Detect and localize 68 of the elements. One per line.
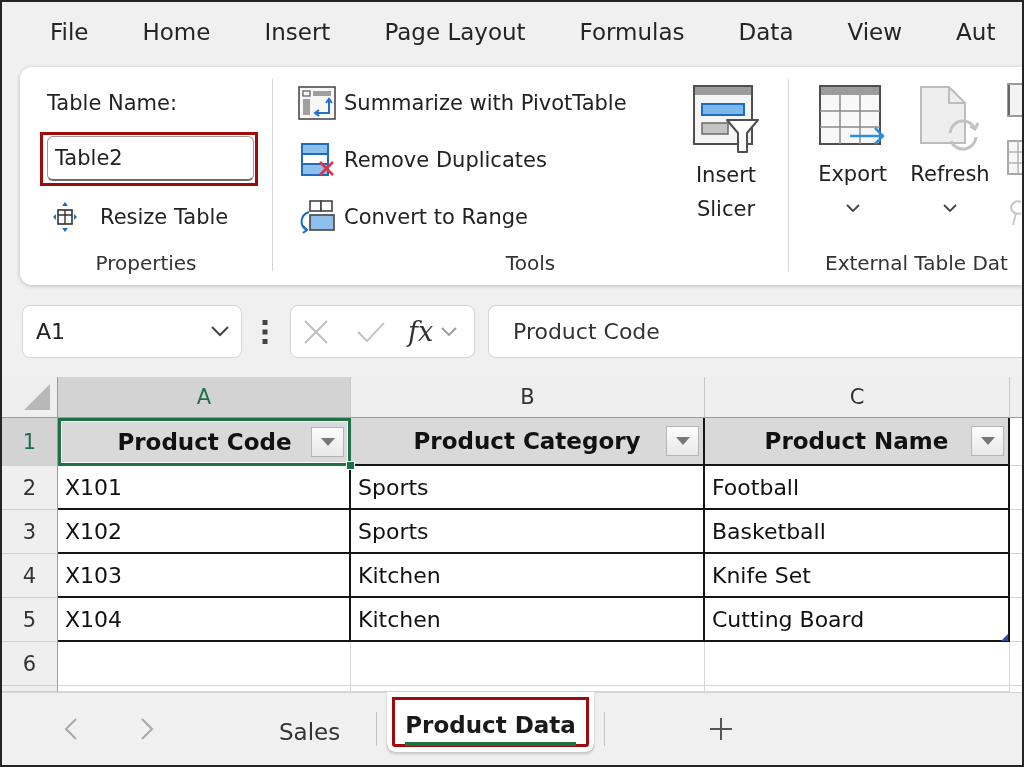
row-header[interactable]: 5 (2, 598, 58, 642)
menu-tab[interactable]: Home (132, 15, 221, 52)
table-cell: Cutting Board (705, 598, 1010, 642)
key-icon (1007, 200, 1022, 226)
chevron-down-icon[interactable] (211, 326, 229, 337)
column-header[interactable] (1010, 377, 1022, 418)
ribbon-button[interactable]: Summarize with PivotTable (292, 83, 633, 123)
resize-handle-icon[interactable] (1001, 634, 1008, 641)
menu-tab[interactable]: Insert (254, 15, 341, 52)
column-header[interactable]: A (58, 377, 351, 418)
insert-function-button[interactable]: fx (406, 314, 436, 349)
row-header[interactable]: 2 (2, 466, 58, 510)
table-cell: Kitchen (351, 598, 705, 642)
filter-button[interactable] (666, 426, 699, 456)
table-header-cell[interactable]: Product Name (705, 418, 1010, 466)
ribbon-button[interactable]: Convert to Range (292, 197, 633, 237)
table-header-cell[interactable]: Product Category (351, 418, 705, 466)
vertical-dots-icon[interactable] (262, 319, 268, 344)
menu-tab[interactable]: View (837, 15, 913, 52)
table-cell: Basketball (705, 510, 1010, 554)
filter-button[interactable] (971, 426, 1004, 456)
menu-tab[interactable]: Page Layout (374, 15, 536, 52)
header-label: Product Code (117, 429, 292, 455)
menu-tab[interactable]: File (40, 15, 99, 52)
ribbon-button[interactable]: Export (810, 83, 895, 213)
row-header[interactable]: 3 (2, 510, 58, 554)
table-cell: Sports (351, 466, 705, 510)
sheet-tab[interactable]: Sales (253, 709, 367, 749)
group-label: External Table Dat (825, 250, 1008, 277)
row-header[interactable]: 4 (2, 554, 58, 598)
filter-button[interactable] (311, 427, 344, 457)
table-funnel-icon (693, 85, 759, 153)
fill-handle-icon[interactable] (346, 461, 355, 470)
field-label: Table Name: (47, 90, 177, 117)
table-cell: X104 (58, 598, 351, 642)
ribbon-button[interactable]: Remove Duplicates (292, 140, 633, 180)
table-cycle-icon (298, 200, 336, 234)
caret-icon (675, 437, 690, 445)
formula-field[interactable]: Product Code (488, 305, 1022, 358)
row-header[interactable]: 6 (2, 642, 58, 686)
row-header[interactable]: 1 (2, 418, 58, 466)
table-cell: Knife Set (705, 554, 1010, 598)
group-label: Tools (505, 250, 556, 277)
name-box[interactable]: A1 (22, 305, 242, 358)
column-header[interactable]: C (705, 377, 1010, 418)
table-arrows-icon (53, 201, 77, 233)
table-cell: Kitchen (351, 554, 705, 598)
table-cell: X103 (58, 554, 351, 598)
table-cross-icon (298, 143, 336, 177)
ribbon-button[interactable]: Resize Table (47, 200, 235, 234)
menu-tab[interactable]: Formulas (569, 15, 695, 52)
menu-tab[interactable]: Aut (946, 15, 1006, 52)
header-label: Product Name (764, 428, 949, 454)
table-name-field[interactable]: Table2 (47, 136, 254, 181)
document-refresh-icon (919, 85, 981, 151)
sheet-tab[interactable]: Product Data (387, 692, 594, 752)
caret-icon (980, 437, 995, 445)
group-label: Properties (95, 250, 197, 277)
ribbon-button[interactable]: Insert Slicer (690, 83, 762, 237)
table-cell: X102 (58, 510, 351, 554)
menu-tab[interactable]: Data (728, 15, 804, 52)
ribbon-button[interactable]: Refresh (903, 83, 997, 213)
header-label: Product Category (413, 428, 641, 454)
column-header[interactable]: B (351, 377, 705, 418)
plus-icon[interactable] (708, 717, 733, 741)
table-cell: Sports (351, 510, 705, 554)
table-cell: Football (705, 466, 1010, 510)
caret-icon (320, 438, 335, 446)
